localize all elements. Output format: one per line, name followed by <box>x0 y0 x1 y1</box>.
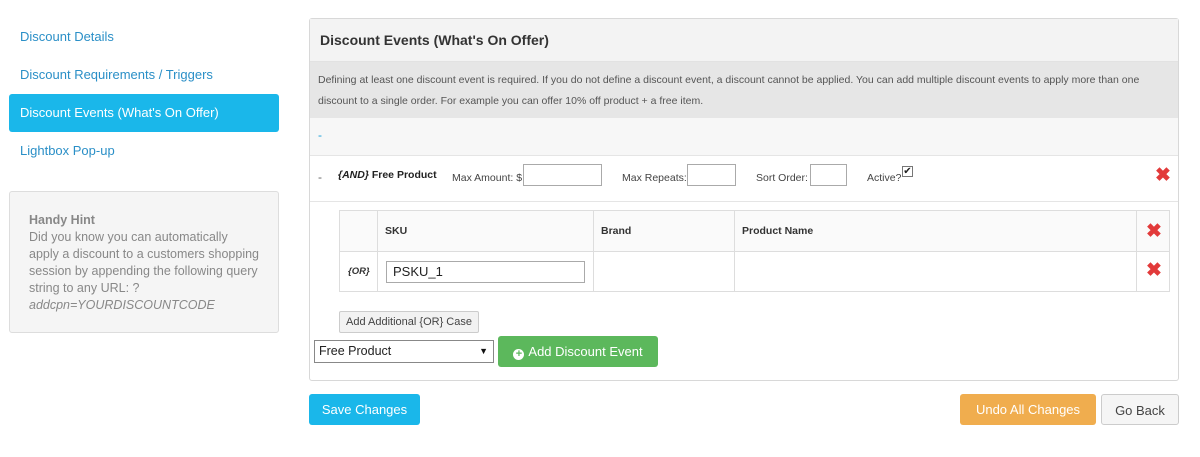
add-discount-event-label: Add Discount Event <box>528 344 643 359</box>
panel-header: Discount Events (What's On Offer) <box>310 19 1178 62</box>
table-row: {OR} PSKU_1 ✖ <box>340 252 1169 291</box>
hint-text: Did you know you can automatically apply… <box>29 230 259 295</box>
column-divider <box>593 211 594 291</box>
column-divider <box>377 211 378 291</box>
header-sku: SKU <box>385 225 408 237</box>
go-back-button[interactable]: Go Back <box>1101 394 1179 425</box>
plus-circle-icon: + <box>513 349 525 360</box>
event-collapse-toggle[interactable]: - <box>318 170 322 184</box>
panel-description: Defining at least one discount event is … <box>310 62 1178 118</box>
and-label: {AND} <box>338 169 369 181</box>
max-repeats-label: Max Repeats: <box>622 172 687 184</box>
delete-table-icon[interactable]: ✖ <box>1146 222 1162 241</box>
add-discount-event-button[interactable]: + Add Discount Event <box>498 336 658 367</box>
delete-row-icon[interactable]: ✖ <box>1146 261 1162 280</box>
event-type-select[interactable]: Free Product ▼ <box>314 340 494 363</box>
event-conditions-area: SKU Brand Product Name ✖ {OR} PSKU_1 ✖ A… <box>310 202 1178 333</box>
handy-hint-box: Handy Hint Did you know you can automati… <box>9 191 279 333</box>
column-divider <box>734 211 735 291</box>
save-changes-button[interactable]: Save Changes <box>309 394 420 425</box>
sku-table: SKU Brand Product Name ✖ {OR} PSKU_1 ✖ <box>339 210 1170 292</box>
event-label: {AND} Free Product <box>338 169 437 181</box>
hint-title: Handy Hint <box>29 213 95 227</box>
or-label: {OR} <box>348 266 370 277</box>
active-label: Active? <box>867 172 902 184</box>
discount-events-panel: Discount Events (What's On Offer) Defini… <box>309 18 1179 381</box>
sort-order-label: Sort Order: <box>756 172 808 184</box>
sidebar-item-discount-events[interactable]: Discount Events (What's On Offer) <box>9 94 279 132</box>
add-or-case-button[interactable]: Add Additional {OR} Case <box>339 311 479 333</box>
collapse-row: - <box>310 118 1178 156</box>
undo-all-changes-button[interactable]: Undo All Changes <box>960 394 1096 425</box>
column-divider <box>1136 211 1137 291</box>
sidebar-item-discount-details[interactable]: Discount Details <box>9 19 279 55</box>
max-repeats-input[interactable] <box>687 164 736 186</box>
event-type-select-value: Free Product <box>319 344 392 358</box>
event-name: Free Product <box>371 169 437 181</box>
collapse-toggle[interactable]: - <box>318 128 322 142</box>
header-brand: Brand <box>601 225 632 237</box>
discount-event-row: - {AND} Free Product Max Amount: $ Max R… <box>310 156 1178 202</box>
delete-event-icon[interactable]: ✖ <box>1155 166 1171 185</box>
active-checkbox[interactable]: ✔ <box>902 166 913 177</box>
table-header-row: SKU Brand Product Name ✖ <box>340 211 1169 252</box>
max-amount-label: Max Amount: $ <box>452 172 523 184</box>
panel-title: Discount Events (What's On Offer) <box>320 32 549 48</box>
caret-down-icon: ▼ <box>479 346 488 356</box>
sidebar-item-discount-requirements[interactable]: Discount Requirements / Triggers <box>9 57 279 93</box>
sort-order-input[interactable] <box>810 164 847 186</box>
max-amount-input[interactable] <box>523 164 602 186</box>
hint-code: addcpn=YOURDISCOUNTCODE <box>29 298 215 312</box>
header-product-name: Product Name <box>742 225 814 237</box>
sku-input[interactable]: PSKU_1 <box>386 261 585 283</box>
sidebar-item-lightbox-popup[interactable]: Lightbox Pop-up <box>9 133 279 169</box>
